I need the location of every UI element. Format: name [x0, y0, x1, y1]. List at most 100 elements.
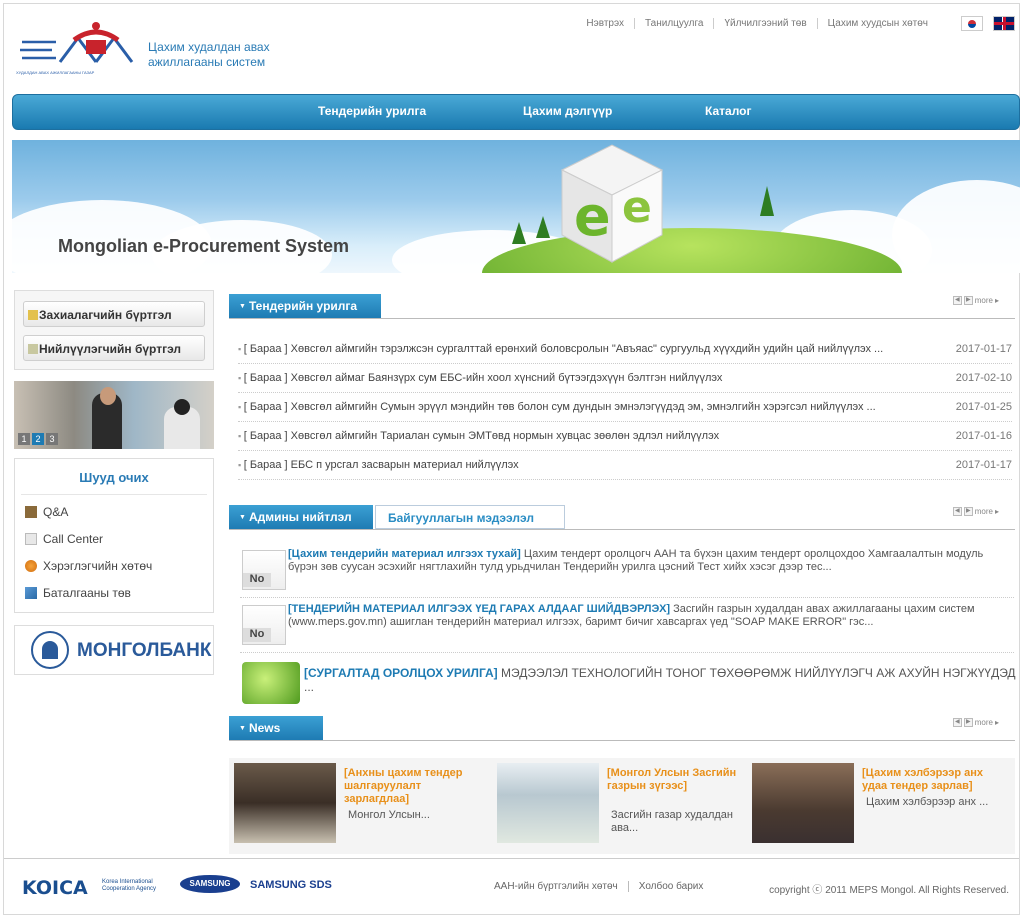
meps-logo[interactable]: ХУДАЛДАН АВАХ АЖИЛЛАГААНЫ ГАЗАР [16, 20, 146, 80]
news-title[interactable]: [Монгол Улсын Засгийн газрын зүгээс] [607, 767, 745, 793]
qa-icon [25, 506, 37, 518]
tenders-more: ◀ ▶ more ▸ [952, 296, 999, 305]
admin-post-text: [СУРГАЛТАД ОРОЛЦОХ УРИЛГА] МЭДЭЭЛЭЛ ТЕХН… [304, 666, 1023, 694]
top-links: Нэвтрэх Танилцуулга Үйлчилгээний төв Цах… [576, 18, 938, 29]
tender-title[interactable]: [ Бараа ] ЕБС п урсгал засварын материал… [238, 459, 519, 471]
koica-sub-line2: Cooperation Agency [102, 886, 157, 892]
top-link-sitemap[interactable]: Цахим хуудсын хөтөч [816, 18, 938, 29]
news-thumbnail[interactable] [234, 763, 336, 843]
more-link[interactable]: more [975, 718, 993, 727]
more-link[interactable]: more [975, 507, 993, 516]
prev-arrow-icon[interactable]: ◀ [952, 296, 962, 305]
footer-link-company-register-guide[interactable]: ААН-ийн бүртгэлийн хөтөч [484, 881, 628, 892]
news-item[interactable]: [Монгол Улсын Засгийн газрын зүгээс] Зас… [497, 763, 752, 851]
supplier-register-button[interactable]: Нийлүүлэгчийн бүртгэл [23, 335, 205, 361]
prev-arrow-icon[interactable]: ◀ [952, 718, 962, 727]
top-link-login[interactable]: Нэвтрэх [576, 18, 634, 29]
news-thumbnail[interactable] [752, 763, 854, 843]
sidebar-photo-slider: 1 2 3 [14, 381, 214, 449]
news-thumbnail[interactable] [497, 763, 599, 843]
koica-logo[interactable]: KOICA [22, 877, 88, 899]
nav-e-shop[interactable]: Цахим дэлгүүр [523, 104, 612, 118]
news-body: Цахим хэлбэрээр анх ... [866, 796, 989, 808]
tab-organization-info[interactable]: Байгууллагын мэдээлэл [375, 505, 565, 529]
next-arrow-icon[interactable]: ▶ [963, 507, 973, 516]
cloud-shape [892, 180, 1020, 273]
customer-register-button[interactable]: Захиалагчийн бүртгэл [23, 301, 205, 327]
mongolbank-name: МОНГОЛБАНК [77, 640, 212, 661]
footer-links: ААН-ийн бүртгэлийн хөтөч Холбоо барих [484, 881, 713, 892]
tender-row[interactable]: [ Бараа ] Хөвсгөл аймгийн Сумын эрүүл мэ… [238, 394, 1012, 422]
tender-date: 2017-01-17 [955, 459, 1012, 471]
admin-post-text: [ТЕНДЕРИЙН МАТЕРИАЛ ИЛГЭЭХ ҮЕД ГАРАХ АЛД… [288, 603, 1008, 629]
admin-post-title[interactable]: [Цахим тендерийн материал илгээх тухай] [288, 548, 521, 560]
admin-post-text: [Цахим тендерийн материал илгээх тухай] … [288, 548, 1008, 574]
tender-title[interactable]: [ Бараа ] Хөвсгөл аймгийн Тариалан сумын… [238, 430, 719, 442]
shortcut-qa[interactable]: Q&A [25, 505, 68, 519]
next-arrow-icon[interactable]: ▶ [963, 296, 973, 305]
no-image-icon: No [242, 550, 286, 590]
koica-subtitle: Korea International Cooperation Agency [102, 879, 156, 893]
no-image-icon: No [242, 605, 286, 645]
section-divider [229, 529, 1015, 530]
admin-post-row[interactable]: [СУРГАЛТАД ОРОЛЦОХ УРИЛГА] МЭДЭЭЛЭЛ ТЕХН… [240, 660, 1016, 706]
top-link-service-center[interactable]: Үйлчилгээний төв [713, 18, 816, 29]
tender-row[interactable]: [ Бараа ] ЕБС п урсгал засварын материал… [238, 452, 1012, 480]
registration-box: Захиалагчийн бүртгэл Нийлүүлэгчийн бүртг… [14, 290, 214, 370]
admin-post-row[interactable]: No [Цахим тендерийн материал илгээх туха… [240, 548, 1014, 598]
site-name-line2: ажиллагааны систем [148, 55, 266, 69]
tab-news[interactable]: News [229, 716, 323, 740]
register-icon [28, 310, 38, 320]
tab-tender-invitation[interactable]: Тендерийн урилга [229, 294, 381, 318]
news-title[interactable]: [Цахим хэлбэрээр анх удаа тендер зарлав] [862, 767, 1000, 793]
tree-icon [536, 216, 550, 238]
footer-link-contact[interactable]: Холбоо барих [627, 881, 714, 892]
admin-post-title[interactable]: [СУРГАЛТАД ОРОЛЦОХ УРИЛГА] [304, 666, 498, 680]
more-arrow-icon: ▸ [994, 296, 999, 305]
shortcut-title: Шууд очих [21, 459, 207, 495]
tender-title[interactable]: [ Бараа ] Хөвсгөл аймгийн тэрэлжсэн сург… [238, 343, 884, 355]
mongolbank-banner[interactable]: МОНГОЛБАНК [14, 625, 214, 675]
svg-text:e: e [622, 182, 652, 233]
more-arrow-icon: ▸ [994, 718, 999, 727]
nav-catalog[interactable]: Каталог [705, 104, 752, 118]
tender-title[interactable]: [ Бараа ] Хөвсгөл аймаг Баянзүрх сум ЕБС… [238, 372, 723, 384]
admin-more: ◀ ▶ more ▸ [952, 507, 999, 516]
shortcut-user-guide-label: Хэрэглэгчийн хөтөч [43, 559, 153, 573]
tender-row[interactable]: [ Бараа ] Хөвсгөл аймгийн Тариалан сумын… [238, 423, 1012, 451]
shortcut-box: Шууд очих Q&A Call Center Хэрэглэгчийн х… [14, 458, 214, 613]
korea-flag-icon[interactable] [961, 16, 983, 31]
mongolbank-logo-icon [31, 631, 69, 669]
admin-post-title[interactable]: [ТЕНДЕРИЙН МАТЕРИАЛ ИЛГЭЭХ ҮЕД ГАРАХ АЛД… [288, 603, 670, 615]
admin-post-row[interactable]: No [ТЕНДЕРИЙН МАТЕРИАЛ ИЛГЭЭХ ҮЕД ГАРАХ … [240, 603, 1014, 653]
tender-row[interactable]: [ Бараа ] Хөвсгөл аймаг Баянзүрх сум ЕБС… [238, 365, 1012, 393]
shortcut-guarantee-center[interactable]: Баталгааны төв [25, 586, 131, 600]
more-link[interactable]: more [975, 296, 993, 305]
slide-3-button[interactable]: 3 [46, 433, 58, 445]
news-item[interactable]: [Цахим хэлбэрээр анх удаа тендер зарлав]… [752, 763, 1012, 851]
slide-2-button[interactable]: 2 [32, 433, 44, 445]
shortcut-call-center[interactable]: Call Center [25, 532, 103, 546]
main-navbar: Тендерийн урилга Цахим дэлгүүр Каталог [12, 94, 1020, 130]
tender-title[interactable]: [ Бараа ] Хөвсгөл аймгийн Сумын эрүүл мэ… [238, 401, 876, 413]
guarantee-icon [25, 587, 37, 599]
news-more: ◀ ▶ more ▸ [952, 718, 999, 727]
prev-arrow-icon[interactable]: ◀ [952, 507, 962, 516]
photo-person [100, 387, 116, 405]
news-item[interactable]: [Анхны цахим тендер шалгаруулалт зарлагд… [234, 763, 489, 851]
news-title[interactable]: [Анхны цахим тендер шалгаруулалт зарлагд… [344, 767, 482, 806]
tender-date: 2017-01-16 [955, 430, 1012, 442]
samsung-sds-logo[interactable]: SAMSUNG SDS [250, 879, 332, 891]
uk-flag-icon[interactable] [993, 16, 1015, 31]
top-link-about[interactable]: Танилцуулга [633, 18, 714, 29]
register-icon [28, 344, 38, 354]
banner-title: Mongolian e-Procurement System [58, 236, 350, 256]
shortcut-user-guide[interactable]: Хэрэглэгчийн хөтөч [25, 559, 152, 573]
nav-tender-invitation[interactable]: Тендерийн урилга [318, 104, 426, 118]
next-arrow-icon[interactable]: ▶ [963, 718, 973, 727]
tender-row[interactable]: [ Бараа ] Хөвсгөл аймгийн тэрэлжсэн сург… [238, 336, 1012, 364]
samsung-logo[interactable]: SAMSUNG [180, 875, 240, 893]
slide-1-button[interactable]: 1 [18, 433, 30, 445]
tab-admin-posts[interactable]: Админы нийтлэл [229, 505, 373, 529]
section-divider [229, 740, 1015, 741]
